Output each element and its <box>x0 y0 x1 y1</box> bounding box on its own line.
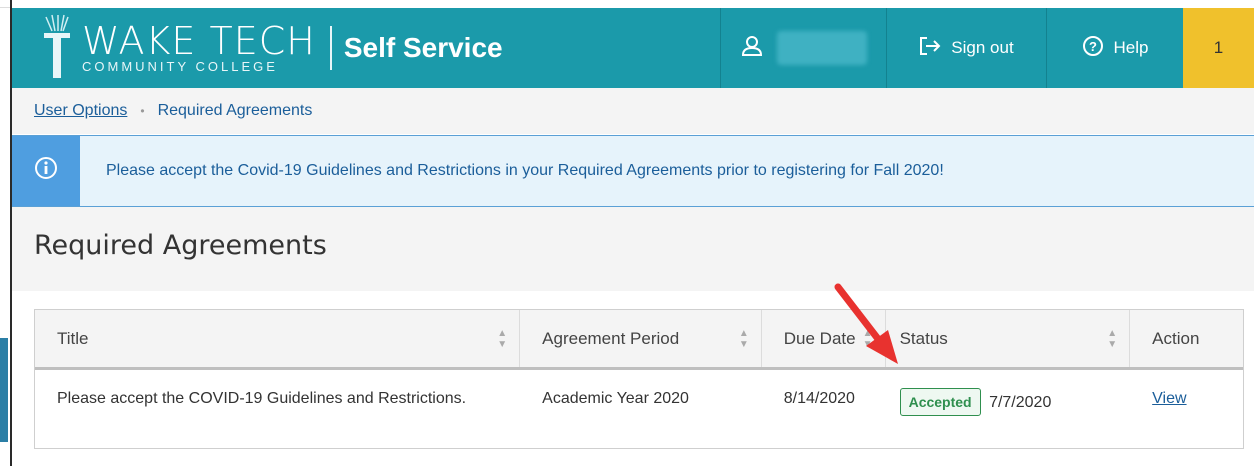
sort-icon[interactable]: ▲ ▼ <box>863 328 873 350</box>
breadcrumb-separator: • <box>140 104 145 118</box>
sort-icon[interactable]: ▲ ▼ <box>497 328 507 350</box>
column-header-title[interactable]: Title ▲ ▼ <box>35 310 521 367</box>
sign-out-button[interactable]: Sign out <box>886 8 1046 88</box>
banner-icon-column <box>12 136 80 206</box>
status-date: 7/7/2020 <box>989 394 1052 411</box>
status-badge: Accepted <box>899 388 981 416</box>
column-header-label: Due Date <box>783 328 856 348</box>
user-icon <box>741 35 763 62</box>
column-header-label: Agreement Period <box>542 328 680 348</box>
sign-out-icon <box>919 36 941 61</box>
sort-icon[interactable]: ▲ ▼ <box>739 328 749 350</box>
agreements-table: Title ▲ ▼ Agreement Period ▲ ▼ Due Date ▲ ▼… <box>34 309 1244 449</box>
breadcrumb: User Options • Required Agreements <box>12 88 1254 134</box>
svg-text:?: ? <box>1089 39 1097 54</box>
table-header: Title ▲ ▼ Agreement Period ▲ ▼ Due Date ▲ ▼… <box>35 310 1243 370</box>
logo-divider <box>329 26 332 70</box>
breadcrumb-user-options[interactable]: User Options <box>34 102 127 120</box>
self-service-window: WAKE TECH COMMUNITY COLLEGE Self Service… <box>10 0 1254 466</box>
row-due-date: 8/14/2020 <box>783 390 855 407</box>
column-header-label: Title <box>57 328 89 348</box>
row-title: Please accept the COVID-19 Guidelines an… <box>57 390 467 407</box>
column-header-label: Action <box>1152 328 1200 348</box>
table-row: Please accept the COVID-19 Guidelines an… <box>35 370 1243 448</box>
torch-logo-icon <box>42 13 72 83</box>
help-label: Help <box>1113 38 1149 57</box>
column-header-due-date[interactable]: Due Date ▲ ▼ <box>762 310 886 367</box>
column-header-agreement-period[interactable]: Agreement Period ▲ ▼ <box>520 310 762 367</box>
page-title: Required Agreements <box>34 230 327 261</box>
logo-wordmark: WAKE TECH COMMUNITY COLLEGE <box>82 22 316 74</box>
redacted-user-name <box>776 31 867 65</box>
college-logo[interactable]: WAKE TECH COMMUNITY COLLEGE Self Service <box>12 8 720 88</box>
banner-message: Please accept the Covid-19 Guidelines an… <box>106 162 944 179</box>
user-menu-button[interactable] <box>720 8 886 88</box>
notification-count: 1 <box>1213 38 1224 57</box>
row-status: Accepted 7/7/2020 <box>886 370 1131 448</box>
row-agreement-period: Academic Year 2020 <box>542 390 689 407</box>
notifications-button[interactable]: 1 <box>1183 8 1254 88</box>
column-header-status[interactable]: Status ▲ ▼ <box>886 310 1131 367</box>
app-name: Self Service <box>343 32 503 63</box>
breadcrumb-required-agreements[interactable]: Required Agreements <box>158 102 313 120</box>
left-edge-mark <box>0 338 8 442</box>
column-header-label: Status <box>899 328 948 348</box>
help-icon: ? <box>1082 35 1104 62</box>
logo-main-text: WAKE TECH <box>82 19 316 63</box>
logo-sub-text: COMMUNITY COLLEGE <box>82 59 278 74</box>
help-button[interactable]: ? Help <box>1046 8 1183 88</box>
top-header: WAKE TECH COMMUNITY COLLEGE Self Service… <box>12 8 1254 88</box>
sign-out-label: Sign out <box>951 38 1014 57</box>
sort-icon[interactable]: ▲ ▼ <box>1107 328 1117 350</box>
column-header-action: Action <box>1130 310 1243 367</box>
row-action: View <box>1130 370 1243 448</box>
page-title-area: Required Agreements <box>12 207 1254 291</box>
view-link[interactable]: View <box>1152 390 1186 407</box>
info-icon <box>34 156 58 185</box>
info-banner: Please accept the Covid-19 Guidelines an… <box>12 135 1254 207</box>
